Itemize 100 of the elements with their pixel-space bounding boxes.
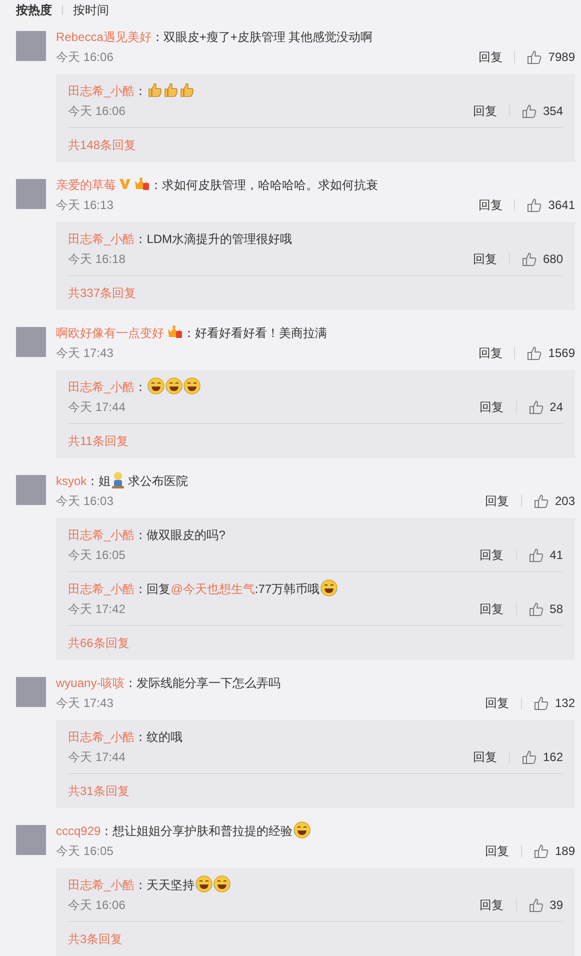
more-replies-link[interactable]: 共148条回复	[68, 136, 136, 154]
thumbs-up-icon[interactable]	[522, 750, 537, 764]
user-name-link[interactable]: cccq929	[56, 824, 101, 838]
avatar-photo-placeholder	[16, 327, 46, 357]
like-count: 203	[554, 493, 575, 510]
reply-link[interactable]: 回复	[480, 600, 504, 618]
reply-link[interactable]: 回复	[478, 344, 502, 362]
reply-link[interactable]: 回复	[480, 398, 504, 416]
comment-text: ：LDM水滴提升的管理很好哦	[134, 232, 292, 246]
reply-link[interactable]: 回复	[484, 842, 509, 860]
avatar-photo-placeholder	[16, 677, 46, 707]
user-name-link[interactable]: 田志希_小酷	[68, 232, 135, 246]
timestamp: 今天 16:06	[68, 897, 126, 914]
user-name-link[interactable]: 田志希_小酷	[68, 380, 135, 394]
thumbs-up-icon[interactable]	[527, 198, 542, 212]
crown-badge-icon	[167, 325, 183, 339]
like-count: 24	[550, 399, 563, 416]
thumbs-up-icon[interactable]	[527, 346, 542, 360]
reply-link[interactable]: 回复	[472, 250, 497, 268]
like-count: 132	[554, 695, 575, 712]
user-name-link[interactable]: 田志希_小酷	[68, 878, 135, 892]
like-count: 3641	[548, 197, 575, 214]
comment-text: ：双眼皮+瘦了+皮肤管理 其他感觉没动啊	[151, 30, 373, 44]
like-count: 354	[542, 103, 563, 120]
thumbs-up-emoji-icon	[162, 82, 179, 98]
timestamp: 今天 17:43	[56, 345, 114, 362]
like-count: 162	[542, 749, 563, 766]
like-count: 1569	[548, 345, 575, 362]
user-name-link[interactable]: Rebecca遇见美好	[56, 30, 152, 44]
laughing-emoji-icon	[320, 579, 338, 597]
reply-link[interactable]: 回复	[480, 546, 504, 564]
reply-link[interactable]: 回复	[478, 48, 502, 66]
like-count: 58	[550, 601, 563, 618]
comment-text: :77万韩币哦	[254, 582, 320, 596]
thumbs-up-icon[interactable]	[528, 548, 544, 562]
thumbs-up-icon[interactable]	[522, 252, 537, 266]
crown-badge-icon	[134, 177, 150, 191]
thumbs-up-icon[interactable]	[522, 104, 537, 118]
person-emoji-icon	[110, 471, 125, 489]
more-replies-link[interactable]: 共3条回复	[68, 930, 123, 948]
comment-text: ：天天坚持	[134, 878, 195, 892]
timestamp: 今天 16:13	[56, 197, 114, 214]
laughing-emoji-icon	[182, 377, 201, 395]
timestamp: 今天 17:43	[56, 695, 114, 712]
laughing-emoji-icon	[292, 821, 311, 839]
reply-link[interactable]: 回复	[472, 102, 497, 120]
comment-text: ：	[134, 380, 147, 394]
timestamp: 今天 17:44	[68, 749, 126, 766]
comment-text: ：做双眼皮的吗?	[134, 528, 226, 542]
reply-link[interactable]: 回复	[472, 748, 497, 766]
more-replies-link[interactable]: 共66条回复	[68, 634, 130, 652]
reply-link[interactable]: 回复	[480, 896, 504, 914]
sort-tab[interactable]: 按时间	[73, 1, 109, 19]
more-replies-link[interactable]: 共31条回复	[68, 782, 130, 800]
comment-text: ：发际线能分享一下怎么弄吗	[124, 676, 281, 690]
user-name-link[interactable]: wyuany-咳咳	[56, 676, 125, 690]
avatar-photo-placeholder	[16, 825, 46, 855]
user-name-link[interactable]: 田志希_小酷	[68, 582, 135, 596]
reply-link[interactable]: 回复	[484, 492, 509, 510]
mention-link[interactable]: @今天也想生气	[170, 582, 255, 596]
timestamp: 今天 16:05	[68, 547, 126, 564]
comment-text: ：求如何皮肤管理，哈哈哈哈。求如何抗衰	[150, 178, 378, 192]
reply-link[interactable]: 回复	[484, 694, 509, 712]
timestamp: 今天 17:42	[68, 601, 126, 618]
like-count: 189	[554, 843, 575, 860]
timestamp: 今天 16:05	[56, 843, 114, 860]
thumbs-up-icon[interactable]	[528, 898, 544, 912]
laughing-emoji-icon	[194, 875, 213, 893]
user-name-link[interactable]: ksyok	[56, 474, 87, 488]
sort-tab[interactable]: 按热度	[16, 1, 52, 19]
thumbs-up-icon[interactable]	[528, 602, 544, 616]
like-count: 41	[550, 547, 563, 564]
user-name-link[interactable]: 田志希_小酷	[68, 730, 135, 744]
user-name-link[interactable]: 田志希_小酷	[68, 84, 135, 98]
comment-text: ：纹的哦	[134, 730, 183, 744]
user-name-link[interactable]: 田志希_小酷	[68, 528, 135, 542]
avatar-photo-placeholder	[16, 31, 46, 61]
thumbs-up-icon[interactable]	[528, 400, 544, 414]
like-count: 680	[542, 251, 563, 268]
avatar-photo-placeholder	[16, 475, 46, 505]
user-name-link[interactable]: 亲爱的草莓	[56, 178, 116, 192]
avatar-photo-placeholder	[16, 179, 46, 209]
timestamp: 今天 17:44	[68, 399, 126, 416]
more-replies-link[interactable]: 共11条回复	[68, 432, 128, 450]
comment-text: 求公布医院	[127, 474, 188, 488]
more-replies-link[interactable]: 共337条回复	[68, 284, 136, 302]
like-count: 7989	[548, 49, 575, 66]
timestamp: 今天 16:03	[56, 493, 114, 510]
thumbs-up-emoji-icon	[146, 82, 163, 98]
timestamp: 今天 16:06	[68, 103, 126, 120]
comment-text: ：姐	[86, 474, 111, 488]
reply-link[interactable]: 回复	[478, 196, 502, 214]
thumbs-up-icon[interactable]	[527, 50, 542, 64]
thumbs-up-icon[interactable]	[534, 696, 549, 710]
like-count: 39	[550, 897, 563, 914]
thumbs-up-icon[interactable]	[534, 844, 549, 858]
user-name-link[interactable]: 啊欧好像有一点变好	[56, 326, 164, 340]
comment-text: ：回复	[134, 582, 171, 596]
comment-text: ：想让姐姐分享护肤和普拉提的经验	[100, 824, 293, 838]
thumbs-up-icon[interactable]	[534, 494, 549, 508]
